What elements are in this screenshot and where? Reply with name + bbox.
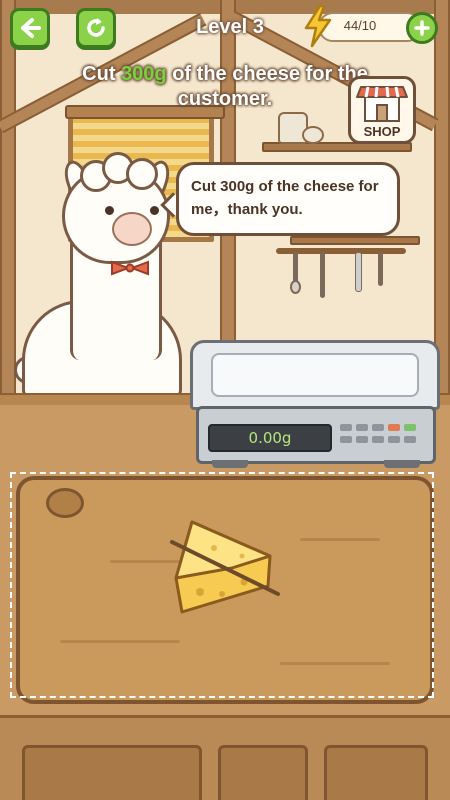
scale-key: [340, 424, 352, 431]
scale-foot: [384, 460, 420, 468]
wall-beam-right: [434, 0, 450, 395]
task-suffix: of the cheese for the: [172, 63, 368, 85]
customer-speech-text: Cut 300g of the cheese for me，thank you.: [191, 178, 379, 218]
add-energy-button[interactable]: [406, 12, 438, 44]
drawer: [218, 745, 308, 800]
scale-tray: [190, 340, 440, 410]
scale-key: [340, 436, 352, 443]
fork: [320, 252, 325, 298]
task-amount: 300g: [121, 63, 167, 85]
scale-key: [372, 436, 384, 443]
energy-value: 44/10: [343, 18, 377, 33]
scale-key: [388, 424, 400, 431]
back-button[interactable]: [10, 8, 50, 48]
knife: [355, 252, 362, 292]
shop-label: SHOP: [363, 124, 401, 139]
alpaca-fluff: [126, 158, 158, 190]
cheese-wedge[interactable]: [170, 512, 280, 622]
scale-key: [372, 424, 384, 431]
scale-key: [356, 436, 368, 443]
alpaca-eye: [150, 206, 159, 215]
bow-tie-icon: [111, 260, 149, 276]
plus-icon: [414, 20, 430, 36]
wall-beam-left: [0, 0, 16, 395]
spatula: [378, 252, 383, 286]
scale-plate: [211, 353, 419, 397]
level-title: Level 3: [196, 16, 264, 38]
task-prefix: Cut: [82, 63, 116, 85]
scale-key: [388, 436, 400, 443]
lightning-bolt-icon: [304, 4, 332, 48]
drawer: [324, 745, 428, 800]
scale-key: [404, 424, 416, 431]
spoon-head: [290, 280, 301, 294]
bowl: [302, 126, 324, 144]
restart-icon: [87, 18, 105, 37]
scale-key: [404, 436, 416, 443]
scale-key: [356, 424, 368, 431]
scale-weight-display: 0.00g: [208, 424, 332, 452]
arrow-left-icon: [21, 18, 41, 38]
alpaca-snout: [112, 212, 152, 246]
shop-icon: [356, 86, 408, 122]
lower-shelf: [290, 236, 420, 245]
restart-button[interactable]: [76, 8, 116, 48]
scale-foot: [212, 460, 248, 468]
speech-bubble: Cut 300g of the cheese for me，thank you.: [176, 162, 400, 236]
drawer: [22, 745, 202, 800]
alpaca-eye: [105, 206, 114, 215]
